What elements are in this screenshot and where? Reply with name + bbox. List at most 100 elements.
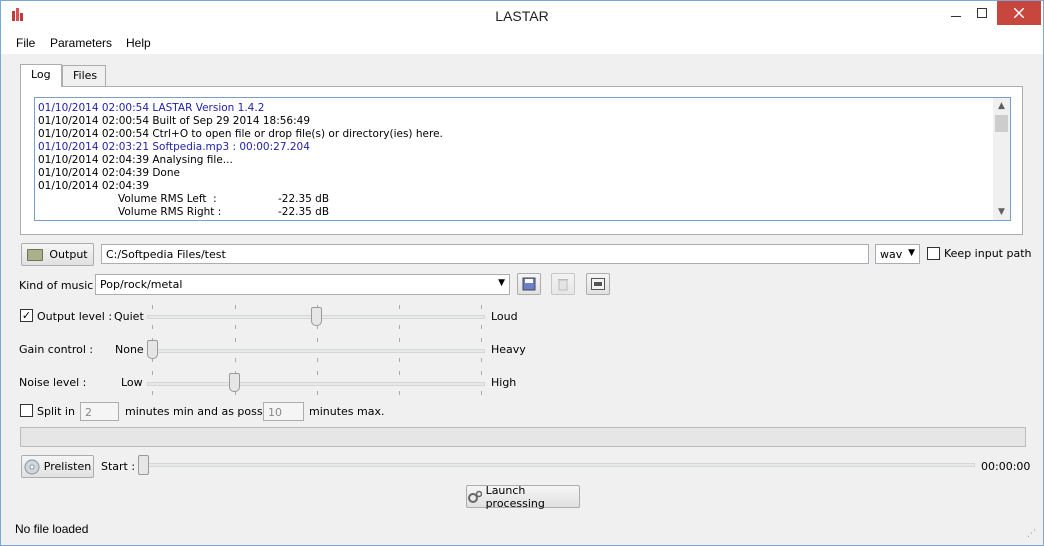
log-detail-key: Volume RMS Left : (118, 193, 217, 205)
prelisten-button[interactable]: Prelisten (21, 455, 94, 478)
log-view[interactable]: 01/10/2014 02:00:54 LASTAR Version 1.4.2… (34, 97, 1011, 221)
slider-tick (152, 325, 153, 329)
progress-bar (20, 427, 1026, 447)
music-kind-value: Pop/rock/metal (100, 278, 183, 291)
start-label: Start : (101, 460, 136, 473)
gain-control-max-label: Heavy (491, 343, 526, 356)
slider-tick (399, 358, 400, 362)
slider-tick (481, 305, 482, 309)
slider-tick (317, 391, 318, 395)
split-label: Split in (37, 405, 75, 418)
maximize-icon[interactable] (967, 1, 997, 25)
log-scrollbar[interactable]: ▲ ▼ (993, 98, 1010, 220)
menu-bar: File Parameters Help (1, 32, 1043, 54)
gears-icon (468, 490, 482, 503)
slider-tick (317, 338, 318, 342)
app-window: LASTAR File Parameters Help Log Files 01… (0, 0, 1044, 546)
log-tab-panel: 01/10/2014 02:00:54 LASTAR Version 1.4.2… (20, 86, 1023, 235)
gain-control-label: Gain control : (19, 343, 94, 356)
trash-icon (558, 279, 568, 291)
log-line: 01/10/2014 02:04:39 (38, 180, 150, 192)
start-position-thumb[interactable] (138, 455, 149, 475)
chevron-down-icon: ▼ (908, 248, 915, 258)
noise-level-track[interactable] (147, 382, 485, 386)
menu-file[interactable]: File (16, 36, 35, 50)
slider-tick (399, 338, 400, 342)
split-max-input[interactable]: 10 (263, 402, 304, 421)
keep-input-path-checkbox[interactable] (927, 247, 940, 260)
slider-tick (152, 391, 153, 395)
menu-parameters[interactable]: Parameters (50, 36, 112, 50)
slider-tick (481, 371, 482, 375)
log-detail-value: -22.35 dB (278, 206, 330, 218)
slider-tick (235, 358, 236, 362)
save-preset-button[interactable] (517, 273, 541, 295)
edit-preset-button[interactable] (586, 273, 610, 295)
log-line: 01/10/2014 02:04:39 Done (38, 167, 180, 179)
slider-tick (399, 325, 400, 329)
noise-level-label: Noise level : (19, 376, 87, 389)
slider-tick (481, 325, 482, 329)
tab-log[interactable]: Log (20, 64, 62, 87)
log-line: 01/10/2014 02:00:54 Built of Sep 29 2014… (38, 115, 311, 127)
scroll-up-icon[interactable]: ▲ (993, 98, 1010, 114)
disc-icon (24, 459, 40, 474)
output-level-slider-thumb[interactable] (310, 307, 322, 326)
noise-level-min-label: Low (121, 376, 143, 389)
output-level-label: Output level : (37, 310, 113, 323)
slider-tick (317, 371, 318, 375)
log-detail-row: Volume RMS Right : -22.35 dB (38, 206, 993, 219)
split-min-input[interactable]: 2 (80, 402, 119, 421)
prelisten-button-label: Prelisten (43, 460, 92, 473)
noise-level-slider-thumb[interactable] (228, 373, 240, 392)
music-kind-label: Kind of music : (19, 279, 101, 292)
log-line: 01/10/2014 02:03:21 Softpedia.mp3 : 00:0… (38, 141, 310, 153)
slider-tick (152, 305, 153, 309)
slider-tick (481, 391, 482, 395)
status-text: No file loaded (15, 522, 89, 536)
prelisten-time: 00:00:00 (981, 460, 1031, 473)
split-mid-text: minutes min and as possible (125, 405, 283, 418)
window-title: LASTAR (495, 8, 549, 24)
menu-help[interactable]: Help (126, 36, 151, 50)
resize-grip-icon[interactable]: ⋰ (1027, 529, 1037, 539)
launch-processing-label: Launch processing (485, 483, 545, 510)
slider-tick (235, 338, 236, 342)
slider-tick (399, 371, 400, 375)
slider-tick (399, 391, 400, 395)
launch-processing-button[interactable]: Launch processing (466, 483, 580, 510)
delete-preset-button[interactable] (551, 273, 575, 295)
slider-tick (317, 358, 318, 362)
folder-icon (27, 248, 44, 261)
format-select[interactable]: wav ▼ (875, 244, 920, 264)
output-level-checkbox[interactable]: ✓ (20, 309, 33, 322)
log-detail-row: Volume RMS Left : -22.35 dB (38, 193, 993, 206)
start-position-track[interactable] (139, 463, 975, 467)
gain-control-min-label: None (115, 343, 144, 356)
slider-tick (235, 305, 236, 309)
output-path-input[interactable]: C:/Softpedia Files/test (101, 244, 869, 264)
scroll-thumb[interactable] (995, 115, 1008, 132)
output-button-label: Output (49, 248, 88, 261)
title-bar: LASTAR (1, 1, 1043, 32)
slider-tick (481, 338, 482, 342)
log-lines: 01/10/2014 02:00:54 LASTAR Version 1.4.2… (38, 102, 993, 219)
scroll-down-icon[interactable]: ▼ (993, 204, 1010, 220)
output-button[interactable]: Output (21, 243, 94, 266)
close-icon[interactable] (997, 1, 1041, 25)
slider-tick (399, 305, 400, 309)
gain-control-track[interactable] (147, 349, 485, 353)
music-kind-select[interactable]: Pop/rock/metal ▼ (95, 274, 510, 295)
log-detail-value: -22.35 dB (278, 193, 330, 205)
keep-input-path-label: Keep input path (944, 247, 1032, 260)
log-line: 01/10/2014 02:00:54 Ctrl+O to open file … (38, 128, 443, 140)
split-checkbox[interactable] (20, 404, 33, 417)
log-detail-key: Volume RMS Right : (118, 206, 222, 218)
output-level-min-label: Quiet (114, 310, 144, 323)
log-line: 01/10/2014 02:00:54 LASTAR Version 1.4.2 (38, 102, 265, 114)
gain-control-slider-thumb[interactable] (147, 340, 158, 359)
output-level-max-label: Loud (491, 310, 518, 323)
tab-files[interactable]: Files (62, 65, 106, 86)
preset-icon (591, 278, 605, 290)
slider-tick (481, 358, 482, 362)
